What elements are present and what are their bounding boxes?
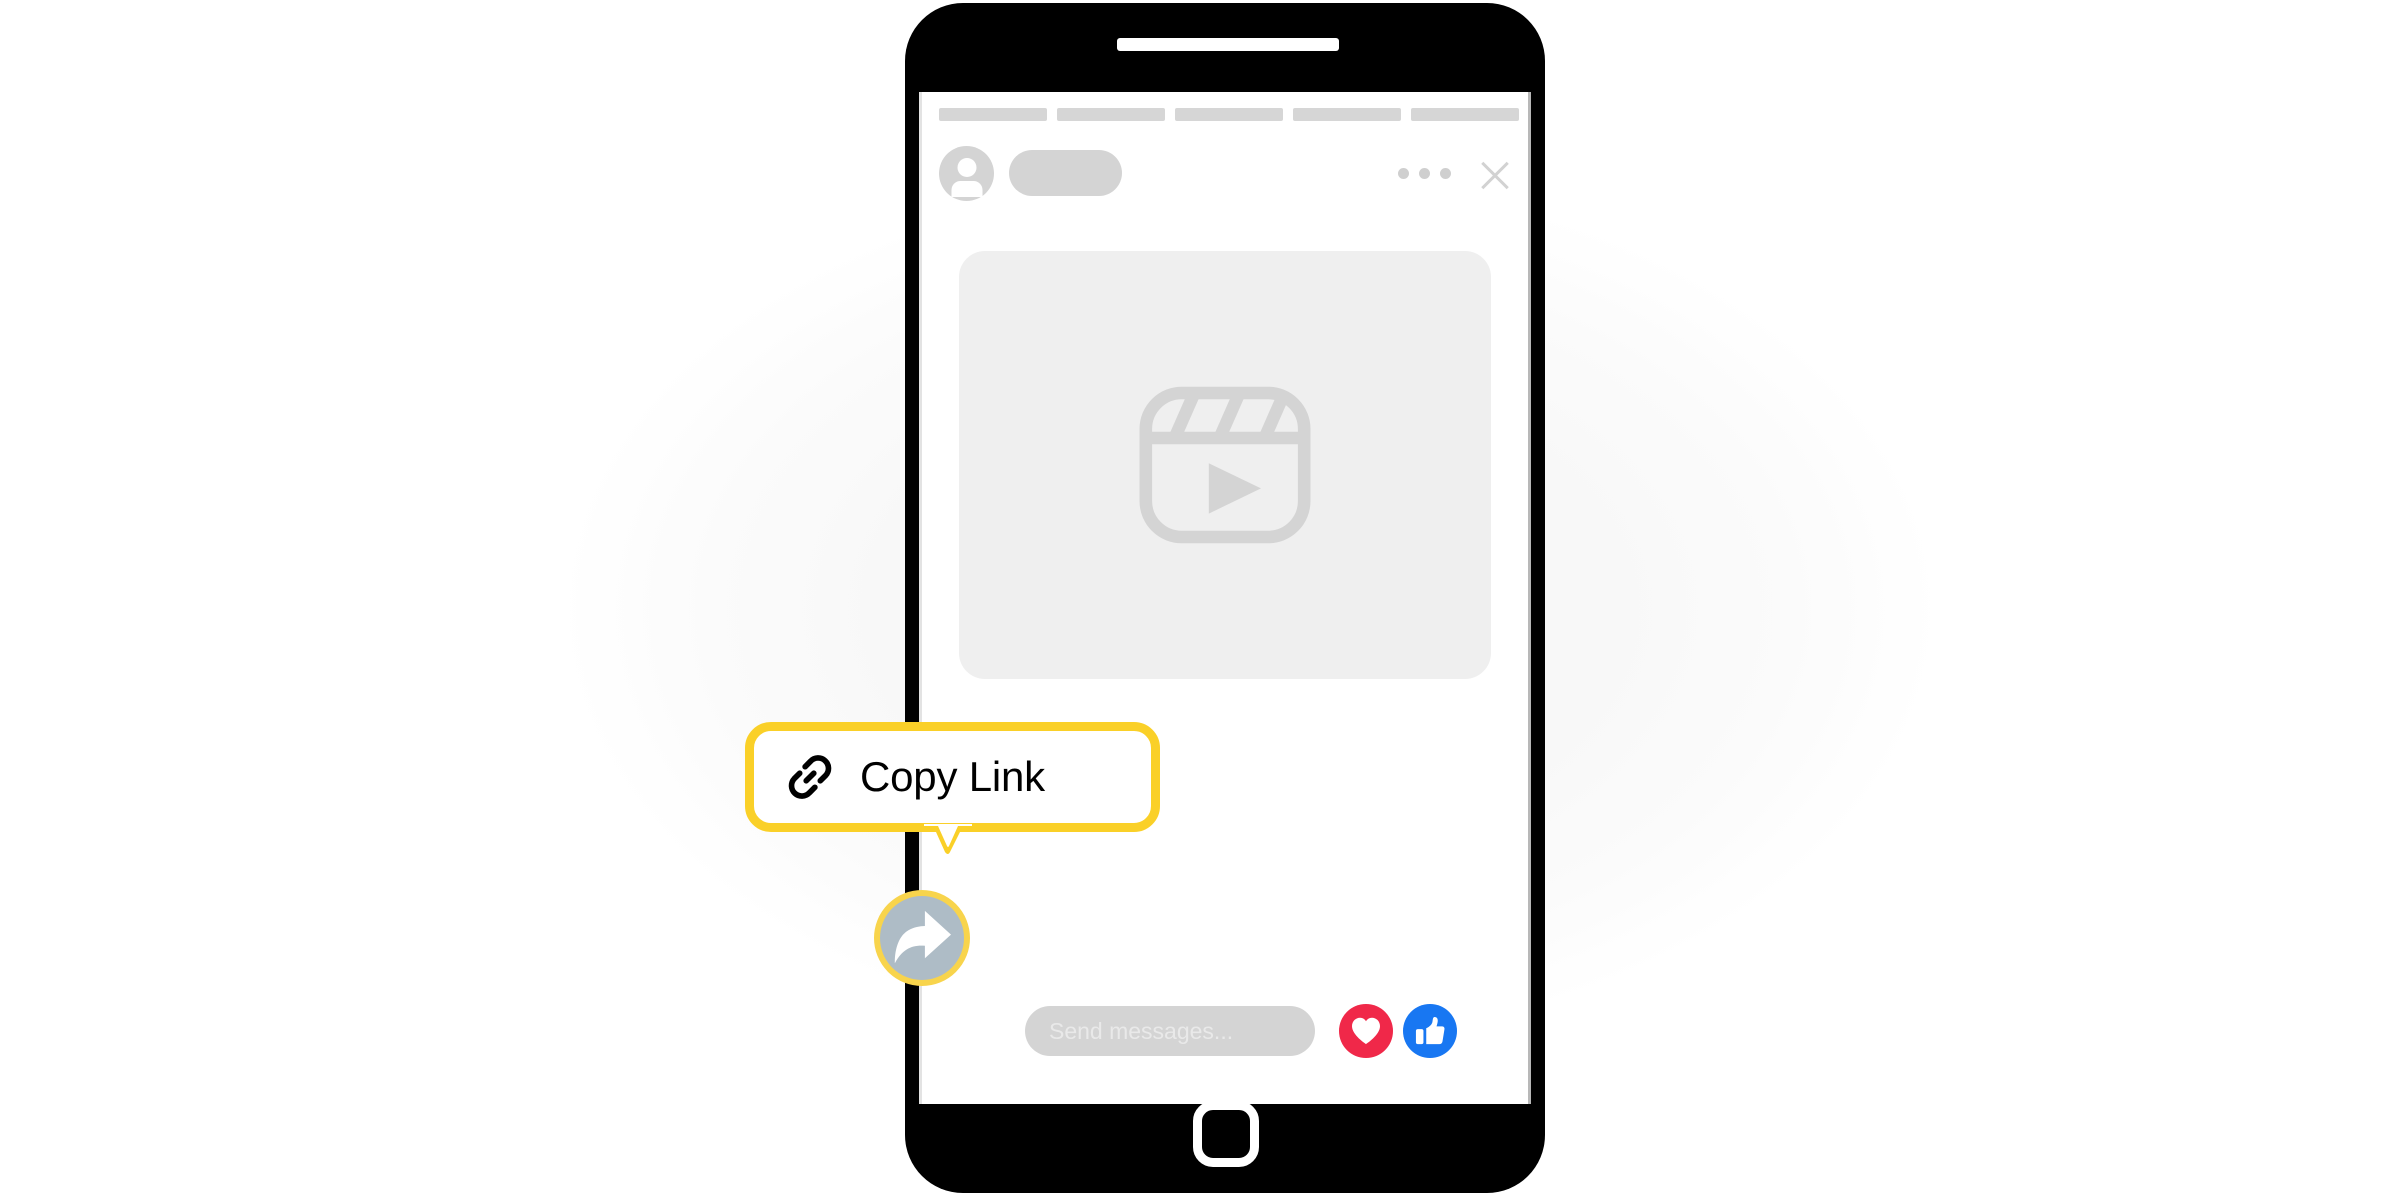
dot — [1419, 168, 1430, 179]
video-placeholder-card[interactable] — [959, 251, 1491, 679]
close-x-icon[interactable] — [1479, 159, 1511, 191]
phone-frame: Send messages... — [905, 3, 1545, 1193]
nav-skeleton-bar — [1411, 108, 1519, 121]
dot — [1440, 168, 1451, 179]
copy-link-label: Copy Link — [860, 753, 1045, 800]
send-message-placeholder: Send messages... — [1049, 1017, 1234, 1044]
nav-skeleton-bar — [1293, 108, 1401, 121]
thumbs-up-icon — [1415, 1016, 1445, 1045]
three-dots-icon[interactable] — [1398, 168, 1451, 179]
tooltip-tail — [920, 824, 976, 854]
send-message-input[interactable]: Send messages... — [1025, 1006, 1315, 1056]
nav-skeleton-bar — [1057, 108, 1165, 121]
phone-screen: Send messages... — [919, 92, 1531, 1104]
person-avatar-icon — [957, 158, 976, 177]
nav-skeleton-bar — [1175, 108, 1283, 121]
nav-skeleton — [939, 108, 1519, 121]
avatar[interactable] — [939, 146, 994, 201]
heart-reaction-button[interactable] — [1339, 1004, 1393, 1058]
chain-link-icon — [788, 755, 832, 799]
dot — [1398, 168, 1409, 179]
share-button[interactable] — [874, 890, 970, 986]
composer-row: Send messages... — [939, 1003, 1519, 1059]
copy-link-tooltip[interactable]: Copy Link — [745, 722, 1160, 832]
home-button[interactable] — [1193, 1101, 1259, 1167]
nav-skeleton-bar — [939, 108, 1047, 121]
video-reel-icon — [1139, 386, 1311, 544]
person-avatar-icon-body — [951, 181, 982, 197]
heart-icon — [1352, 1017, 1380, 1045]
like-reaction-button[interactable] — [1403, 1004, 1457, 1058]
screen-edge-right — [1528, 92, 1531, 1104]
screenshot-canvas: Send messages... Copy Link — [0, 0, 2400, 1200]
author-name-placeholder — [1009, 150, 1122, 196]
speaker-slot — [1117, 38, 1339, 51]
share-forward-arrow-icon — [894, 910, 951, 964]
post-header — [939, 144, 1519, 206]
